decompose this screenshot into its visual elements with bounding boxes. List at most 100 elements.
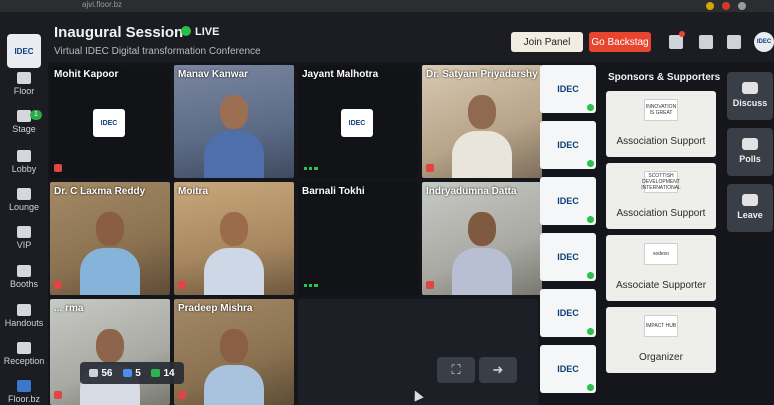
- sidebar-item-handouts[interactable]: Handouts: [0, 304, 48, 328]
- sidebar-item-label: Handouts: [4, 318, 44, 328]
- sponsor-card[interactable]: IMPACT HUB Organizer: [606, 307, 716, 373]
- map-icon: [17, 72, 31, 84]
- live-indicator: LIVE: [181, 26, 219, 38]
- event-logo: IDEC: [7, 34, 41, 68]
- participant-name: Jayant Malhotra: [302, 69, 379, 80]
- sidebar-item-lounge[interactable]: Lounge: [0, 188, 48, 212]
- audio-level-icon: [304, 284, 318, 287]
- sponsor-card[interactable]: INNOVATION IS GREAT Association Support: [606, 91, 716, 157]
- participant-tile[interactable]: IDEC Mohit Kapoor: [50, 65, 170, 178]
- sidebar-item-lobby[interactable]: Lobby: [0, 150, 48, 174]
- hand-icon: [123, 368, 133, 377]
- participant-tile[interactable]: Dr. C Laxma Reddy: [50, 182, 170, 295]
- avatar[interactable]: IDEC: [754, 32, 774, 52]
- booth-logo-tile[interactable]: IDEC: [540, 177, 596, 225]
- sidebar-item-booths[interactable]: Booths: [0, 265, 48, 289]
- participant-tile[interactable]: ... rma: [50, 299, 170, 405]
- participant-video: [452, 208, 512, 295]
- muted-mic-icon: [54, 164, 62, 172]
- go-backstage-button[interactable]: Go Backstag: [589, 32, 651, 52]
- sidebar-item-label: Floor: [13, 86, 35, 96]
- sidebar-item-label: Stage: [12, 124, 36, 134]
- sidebar-item-vip[interactable]: VIP: [0, 226, 48, 250]
- sponsors-heading: Sponsors & Supporters: [608, 72, 721, 83]
- exit-door-icon: [742, 194, 758, 206]
- join-panel-button[interactable]: Join Panel: [511, 32, 583, 52]
- online-dot-icon: [587, 160, 594, 167]
- participant-video: [80, 208, 140, 295]
- session-header: Inaugural Session LIVE Virtual IDEC Digi…: [48, 12, 774, 62]
- booth-logo-tile[interactable]: IDEC: [540, 345, 596, 393]
- sponsor-label: Association Support: [616, 208, 706, 219]
- exit-icon: ➜: [492, 362, 504, 377]
- live-dot-icon: [181, 26, 191, 36]
- sponsor-card[interactable]: sodexo Associate Supporter: [606, 235, 716, 301]
- participant-tile[interactable]: Dr. Satyam Priyadarshy: [422, 65, 542, 178]
- sidebar-item-floorbz[interactable]: Floor.bz: [0, 380, 48, 404]
- extension-icon[interactable]: [706, 2, 714, 10]
- camera-icon: [17, 110, 31, 122]
- left-sidebar: IDEC Floor 1 Stage Lobby Lounge VIP Boot…: [0, 12, 48, 405]
- sidebar-item-label: VIP: [16, 240, 32, 250]
- online-dot-icon: [587, 272, 594, 279]
- sponsor-logo: SCOTTISH DEVELOPMENT INTERNATIONAL: [641, 171, 681, 193]
- reception-icon: [17, 342, 31, 354]
- booth-logo-tile[interactable]: IDEC: [540, 121, 596, 169]
- booth-logo-tile[interactable]: IDEC: [540, 233, 596, 281]
- online-dot-icon: [587, 216, 594, 223]
- sidebar-item-reception[interactable]: Reception: [0, 342, 48, 366]
- participant-video: [204, 91, 264, 178]
- participant-name: ... rma: [54, 303, 84, 314]
- sidebar-item-label: Booths: [9, 279, 39, 289]
- participant-tile[interactable]: Barnali Tokhi: [298, 182, 418, 295]
- add-person-icon[interactable]: [699, 35, 713, 49]
- browser-url[interactable]: ajvi.floor.bz: [82, 0, 122, 9]
- participant-tile[interactable]: Moitra: [174, 182, 294, 295]
- muted-mic-icon: [426, 164, 434, 172]
- session-title: Inaugural Session: [54, 24, 184, 41]
- leave-button[interactable]: Leave: [727, 184, 773, 232]
- exit-stage-button[interactable]: ➜: [479, 357, 517, 383]
- muted-mic-icon: [54, 281, 62, 289]
- participant-tile[interactable]: Pradeep Mishra: [174, 299, 294, 405]
- notification-dot-icon: [679, 31, 685, 37]
- discuss-button[interactable]: Discuss: [727, 72, 773, 120]
- participant-tile[interactable]: Manav Kanwar: [174, 65, 294, 178]
- tools-icon[interactable]: [727, 35, 741, 49]
- muted-mic-icon: [178, 281, 186, 289]
- participant-video: [204, 325, 264, 405]
- sidebar-item-stage[interactable]: 1 Stage: [0, 110, 48, 134]
- muted-mic-icon: [178, 391, 186, 399]
- booth-logo-tile[interactable]: IDEC: [540, 289, 596, 337]
- live-label: LIVE: [195, 26, 220, 38]
- people-icon: [17, 150, 31, 162]
- extension-icon[interactable]: [722, 2, 730, 10]
- polls-button[interactable]: Polls: [727, 128, 773, 176]
- profile-icon[interactable]: [738, 2, 746, 10]
- polls-label: Polls: [739, 154, 761, 164]
- floorbz-icon: [17, 380, 31, 392]
- sponsor-logo: sodexo: [644, 243, 678, 265]
- sponsor-label: Organizer: [639, 352, 683, 363]
- participant-name: Dr. Satyam Priyadarshy: [426, 69, 538, 80]
- sponsor-card[interactable]: SCOTTISH DEVELOPMENT INTERNATIONAL Assoc…: [606, 163, 716, 229]
- document-icon: [17, 304, 31, 316]
- audio-level-icon: [304, 167, 318, 170]
- idec-logo-card: IDEC: [93, 109, 125, 137]
- participant-tile[interactable]: IDEC Jayant Malhotra: [298, 65, 418, 178]
- mic-icon: [17, 226, 31, 238]
- sponsor-logo: IMPACT HUB: [644, 315, 678, 337]
- fullscreen-button[interactable]: ⛶: [437, 357, 475, 383]
- leave-label: Leave: [737, 210, 763, 220]
- online-dot-icon: [587, 384, 594, 391]
- grid-apps-icon[interactable]: [669, 35, 683, 49]
- fullscreen-icon: ⛶: [451, 362, 461, 377]
- participant-tile[interactable]: Indryadumna Datta: [422, 182, 542, 295]
- sponsor-label: Association Support: [616, 136, 706, 147]
- sidebar-item-floor[interactable]: Floor: [0, 72, 48, 96]
- handshake-icon: [17, 188, 31, 200]
- attendee-count: 56: [89, 368, 112, 379]
- booth-logo-column: IDEC IDEC IDEC IDEC IDEC IDEC: [540, 65, 600, 405]
- booth-logo-tile[interactable]: IDEC: [540, 65, 596, 113]
- session-subtitle: Virtual IDEC Digital transformation Conf…: [54, 46, 261, 57]
